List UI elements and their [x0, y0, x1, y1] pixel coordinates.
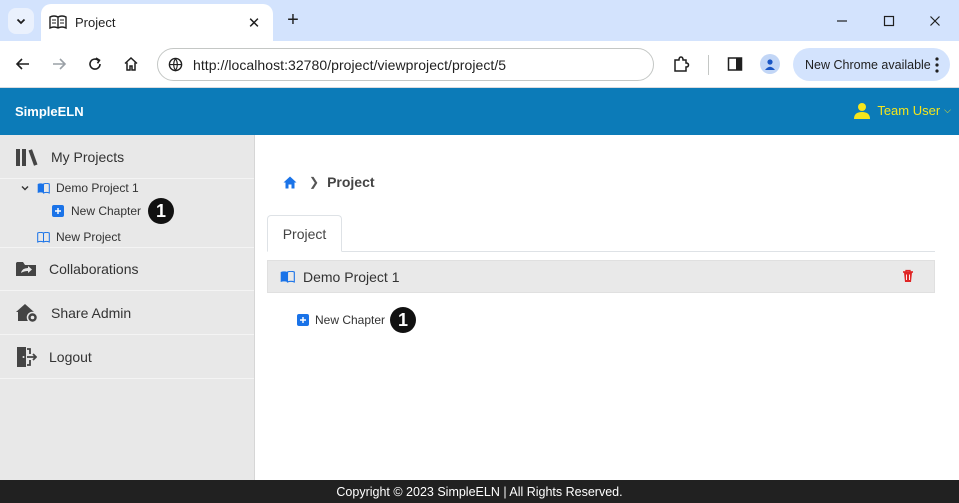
sidebar: My Projects Demo Project 1 New Chapter 1…	[0, 135, 255, 480]
content-tabs: Project	[267, 215, 935, 252]
url-text: http://localhost:32780/project/viewproje…	[193, 56, 507, 73]
tree-label-new-project: New Project	[56, 230, 121, 244]
sidebar-item-collaborations[interactable]: Collaborations	[0, 247, 254, 291]
sidebar-label-logout: Logout	[49, 348, 92, 365]
maximize-button[interactable]	[877, 10, 901, 32]
home-icon	[124, 56, 138, 71]
chrome-update-button[interactable]: New Chrome available	[793, 48, 950, 81]
browser-toolbar: http://localhost:32780/project/viewproje…	[0, 41, 959, 88]
sidebar-item-share-admin[interactable]: Share Admin	[0, 291, 254, 335]
user-menu-label: Team User	[877, 103, 941, 118]
copyright-text: Copyright © 2023 SimpleELN | All Rights …	[336, 484, 623, 499]
user-menu[interactable]: Team User ⌵	[853, 102, 951, 119]
books-icon	[16, 148, 38, 166]
folder-share-icon	[16, 262, 36, 276]
side-panel-button[interactable]	[721, 51, 749, 77]
arrow-left-icon	[15, 58, 29, 70]
close-tab-icon[interactable]: ✕	[245, 14, 263, 32]
new-chapter-label: New Chapter	[315, 313, 386, 327]
project-title: Demo Project 1	[303, 268, 400, 285]
minimize-icon	[837, 20, 847, 22]
home-button[interactable]	[117, 51, 145, 77]
tree-item-new-chapter[interactable]: New Chapter 1	[52, 198, 175, 224]
site-info-icon[interactable]	[168, 57, 183, 72]
breadcrumb: ❯ Project	[283, 174, 375, 190]
forward-button[interactable]	[45, 51, 73, 77]
sidebar-item-my-projects[interactable]: My Projects	[0, 135, 254, 179]
trash-icon[interactable]	[902, 269, 914, 283]
address-bar[interactable]: http://localhost:32780/project/viewproje…	[157, 48, 654, 81]
tree-item-demo-project[interactable]: Demo Project 1	[20, 181, 139, 195]
sidebar-label-my-projects: My Projects	[51, 148, 125, 165]
page-footer: Copyright © 2023 SimpleELN | All Rights …	[0, 480, 959, 503]
home-gear-icon	[16, 303, 39, 323]
back-button[interactable]	[9, 51, 37, 77]
reload-button[interactable]	[81, 51, 109, 77]
minimize-button[interactable]	[830, 10, 854, 32]
profile-avatar[interactable]	[760, 54, 780, 74]
arrow-right-icon	[53, 58, 67, 70]
browser-tab-title: Project	[75, 15, 116, 30]
home-icon[interactable]	[283, 176, 297, 189]
annotation-marker-1: 1	[148, 198, 175, 224]
chrome-update-label: New Chrome available	[805, 57, 931, 72]
puzzle-piece-icon	[674, 56, 690, 72]
sidebar-item-logout[interactable]: Logout	[0, 335, 254, 379]
book-open-icon	[37, 231, 50, 243]
chevron-right-icon: ❯	[309, 175, 320, 189]
open-book-icon	[49, 14, 67, 29]
new-tab-button[interactable]: +	[281, 10, 305, 32]
close-window-button[interactable]	[923, 10, 947, 32]
tab-search-button[interactable]	[8, 8, 34, 34]
toolbar-divider	[708, 55, 709, 75]
browser-tab-project[interactable]: Project ✕	[41, 4, 273, 41]
book-icon	[280, 270, 295, 283]
chevron-down-icon: ⌵	[944, 105, 951, 115]
plus-square-icon	[52, 205, 64, 217]
maximize-icon	[883, 15, 895, 27]
sidebar-label-collaborations: Collaborations	[49, 261, 139, 277]
side-panel-icon	[727, 57, 743, 71]
app-brand[interactable]: SimpleELN	[15, 104, 84, 119]
annotation-marker-1: 1	[390, 307, 417, 333]
extensions-button[interactable]	[667, 51, 695, 77]
browser-tab-strip: Project ✕ +	[0, 0, 959, 41]
sidebar-label-share-admin: Share Admin	[51, 304, 132, 321]
plus-square-icon	[297, 314, 309, 326]
tree-label-demo-project: Demo Project 1	[56, 181, 139, 195]
chevron-down-icon[interactable]	[20, 183, 30, 193]
reload-icon	[89, 57, 101, 70]
new-chapter-link[interactable]: New Chapter 1	[297, 307, 417, 333]
user-icon	[854, 103, 871, 119]
close-icon	[930, 16, 940, 26]
main-content: ❯ Project Project Demo Project 1 New Cha…	[255, 135, 959, 480]
person-icon	[765, 59, 775, 70]
logout-door-icon	[17, 346, 37, 367]
breadcrumb-current: Project	[327, 174, 375, 190]
tree-item-new-project[interactable]: New Project	[37, 230, 121, 244]
chevron-down-icon	[16, 18, 26, 25]
tab-project[interactable]: Project	[267, 215, 342, 252]
more-vertical-icon[interactable]	[934, 56, 940, 74]
book-icon	[37, 182, 50, 194]
project-header[interactable]: Demo Project 1	[267, 260, 935, 293]
app-navbar: SimpleELN Team User ⌵	[0, 88, 959, 135]
tree-label-new-chapter: New Chapter	[71, 204, 142, 218]
